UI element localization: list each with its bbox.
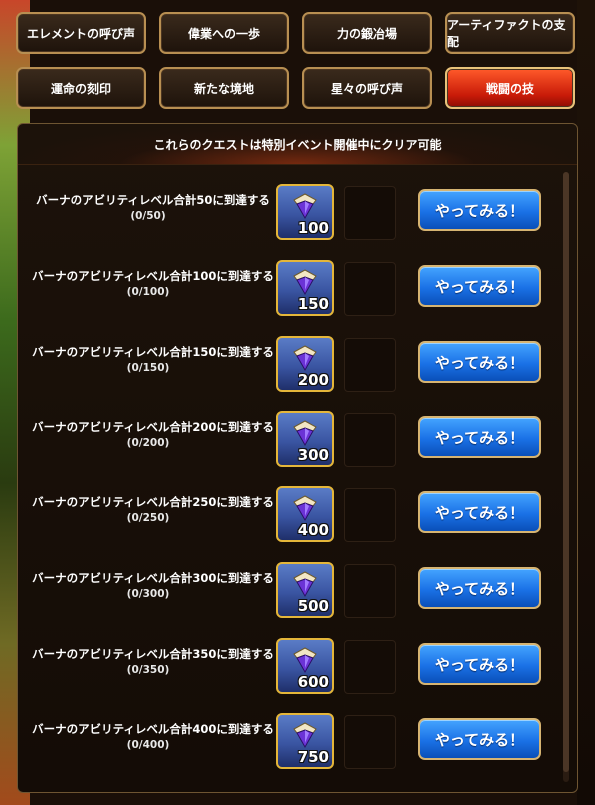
quest-progress: (0/350) (126, 664, 170, 676)
tab-artifact-mastery[interactable]: アーティファクトの支配 (445, 12, 575, 54)
empty-reward-slot (344, 262, 396, 316)
crystal-gem-icon (293, 722, 317, 749)
try-button[interactable]: やってみる！ (418, 265, 541, 307)
reward-amount: 600 (297, 673, 329, 691)
empty-reward-slot (344, 715, 396, 769)
empty-reward-slot (344, 640, 396, 694)
quest-title: バーナのアビリティレベル合計150に到達する (32, 345, 274, 359)
quest-row: バーナのアビリティレベル合計300に到達する (0/300) 500 やってみる… (18, 562, 563, 624)
background-art-right (577, 0, 595, 805)
try-button[interactable]: やってみる！ (418, 189, 541, 231)
reward-item[interactable]: 600 (276, 638, 334, 694)
tab-fate-mark[interactable]: 運命の刻印 (16, 67, 146, 109)
reward-amount: 200 (297, 371, 329, 389)
panel-header: これらのクエストは特別イベント開催中にクリア可能 (18, 124, 577, 165)
reward-item[interactable]: 300 (276, 411, 334, 467)
quest-progress: (0/150) (126, 362, 170, 374)
quest-row: バーナのアビリティレベル合計150に到達する (0/150) 200 やってみる… (18, 336, 563, 398)
crystal-gem-icon (293, 495, 317, 522)
quest-progress: (0/100) (126, 286, 170, 298)
reward-amount: 750 (297, 748, 329, 766)
quest-title: バーナのアビリティレベル合計250に到達する (32, 495, 274, 509)
tab-element-call[interactable]: エレメントの呼び声 (16, 12, 146, 54)
empty-reward-slot (344, 413, 396, 467)
reward-item[interactable]: 500 (276, 562, 334, 618)
reward-item[interactable]: 400 (276, 486, 334, 542)
empty-reward-slot (344, 338, 396, 392)
scrollbar-thumb[interactable] (563, 172, 569, 772)
quest-title: バーナのアビリティレベル合計200に到達する (32, 420, 274, 434)
reward-item[interactable]: 100 (276, 184, 334, 240)
try-button[interactable]: やってみる！ (418, 341, 541, 383)
tab-forge-of-power[interactable]: 力の鍛冶場 (302, 12, 432, 54)
quest-row: バーナのアビリティレベル合計350に到達する (0/350) 600 やってみる… (18, 638, 563, 700)
quest-progress: (0/400) (126, 739, 170, 751)
empty-reward-slot (344, 488, 396, 542)
empty-reward-slot (344, 186, 396, 240)
category-tabs: エレメントの呼び声 偉業への一歩 力の鍛冶場 アーティファクトの支配 運命の刻印… (0, 0, 595, 118)
try-button[interactable]: やってみる！ (418, 718, 541, 760)
reward-item[interactable]: 750 (276, 713, 334, 769)
try-button[interactable]: やってみる！ (418, 491, 541, 533)
quest-progress: (0/200) (126, 437, 170, 449)
quest-row: バーナのアビリティレベル合計250に到達する (0/250) 400 やってみる… (18, 486, 563, 548)
quest-title: バーナのアビリティレベル合計350に到達する (32, 647, 274, 661)
crystal-gem-icon (293, 420, 317, 447)
tab-new-frontier[interactable]: 新たな境地 (159, 67, 289, 109)
quest-row: バーナのアビリティレベル合計400に到達する (0/400) 750 やってみる… (18, 713, 563, 775)
quest-row: バーナのアビリティレベル合計50に到達する (0/50) 100 やってみる！ (18, 184, 563, 246)
reward-amount: 400 (297, 521, 329, 539)
quest-title: バーナのアビリティレベル合計100に到達する (32, 269, 274, 283)
crystal-gem-icon (293, 571, 317, 598)
crystal-gem-icon (293, 269, 317, 296)
try-button[interactable]: やってみる！ (418, 643, 541, 685)
try-button[interactable]: やってみる！ (418, 416, 541, 458)
empty-reward-slot (344, 564, 396, 618)
quest-panel: これらのクエストは特別イベント開催中にクリア可能 バーナのアビリティレベル合計5… (17, 123, 578, 793)
crystal-gem-icon (293, 193, 317, 220)
panel-header-text: これらのクエストは特別イベント開催中にクリア可能 (153, 137, 442, 152)
quest-title: バーナのアビリティレベル合計300に到達する (32, 571, 274, 585)
reward-amount: 100 (297, 219, 329, 237)
tab-call-of-stars[interactable]: 星々の呼び声 (302, 67, 432, 109)
try-button[interactable]: やってみる！ (418, 567, 541, 609)
reward-amount: 300 (297, 446, 329, 464)
quest-progress: (0/50) (130, 210, 166, 222)
quest-title: バーナのアビリティレベル合計50に到達する (36, 193, 270, 207)
quest-title: バーナのアビリティレベル合計400に到達する (32, 722, 274, 736)
quest-row: バーナのアビリティレベル合計100に到達する (0/100) 150 やってみる… (18, 260, 563, 322)
reward-amount: 500 (297, 597, 329, 615)
tab-step-to-greatness[interactable]: 偉業への一歩 (159, 12, 289, 54)
crystal-gem-icon (293, 647, 317, 674)
reward-item[interactable]: 150 (276, 260, 334, 316)
scrollbar[interactable] (563, 172, 569, 782)
quest-progress: (0/300) (126, 588, 170, 600)
reward-amount: 150 (297, 295, 329, 313)
quest-progress: (0/250) (126, 512, 170, 524)
reward-item[interactable]: 200 (276, 336, 334, 392)
crystal-gem-icon (293, 345, 317, 372)
tab-battle-arts[interactable]: 戦闘の技 (445, 67, 575, 109)
quest-row: バーナのアビリティレベル合計200に到達する (0/200) 300 やってみる… (18, 411, 563, 473)
